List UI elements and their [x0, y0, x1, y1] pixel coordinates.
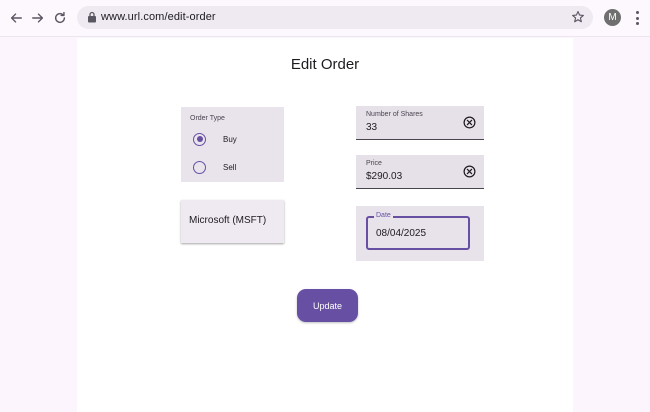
forward-arrow-icon[interactable] — [30, 9, 46, 27]
radio-label-sell: Sell — [223, 162, 237, 172]
date-field-label: Date — [374, 212, 393, 219]
edit-order-page: Edit Order Order Type Buy Sell Microsoft… — [77, 38, 573, 412]
browser-toolbar: www.url.com/edit-order M — [0, 0, 650, 37]
back-arrow-icon[interactable] — [8, 9, 24, 27]
profile-avatar[interactable]: M — [604, 9, 621, 26]
reload-icon[interactable] — [52, 9, 68, 27]
shares-field-label: Number of Shares — [366, 111, 423, 118]
lock-icon — [88, 11, 96, 23]
date-field[interactable]: Date 08/04/2025 — [366, 212, 470, 250]
stock-select[interactable]: Microsoft (MSFT) — [181, 200, 284, 243]
date-input[interactable]: 08/04/2025 — [376, 228, 426, 239]
star-icon[interactable] — [571, 10, 585, 24]
url-text: www.url.com/edit-order — [101, 11, 216, 23]
clear-icon[interactable] — [463, 116, 476, 129]
clear-icon[interactable] — [463, 165, 476, 178]
radio-label-buy: Buy — [223, 134, 237, 144]
address-bar[interactable]: www.url.com/edit-order — [77, 6, 593, 29]
radio-option-buy[interactable]: Buy — [193, 132, 237, 146]
price-field-label: Price — [366, 160, 382, 167]
radio-option-sell[interactable]: Sell — [193, 160, 236, 174]
radio-checked-icon[interactable] — [193, 132, 206, 146]
update-button[interactable]: Update — [297, 289, 358, 322]
price-field[interactable]: Price $290.03 — [356, 155, 484, 189]
shares-input[interactable]: 33 — [366, 122, 377, 133]
order-type-radio-group: Order Type Buy Sell — [181, 107, 284, 182]
more-vert-icon[interactable] — [632, 10, 642, 26]
price-input[interactable]: $290.03 — [366, 171, 402, 182]
date-field-container: Date 08/04/2025 — [356, 206, 484, 261]
page-title: Edit Order — [290, 56, 360, 73]
shares-field[interactable]: Number of Shares 33 — [356, 106, 484, 140]
stock-select-value: Microsoft (MSFT) — [189, 215, 267, 226]
order-type-legend: Order Type — [190, 115, 225, 122]
radio-unchecked-icon[interactable] — [193, 160, 206, 174]
